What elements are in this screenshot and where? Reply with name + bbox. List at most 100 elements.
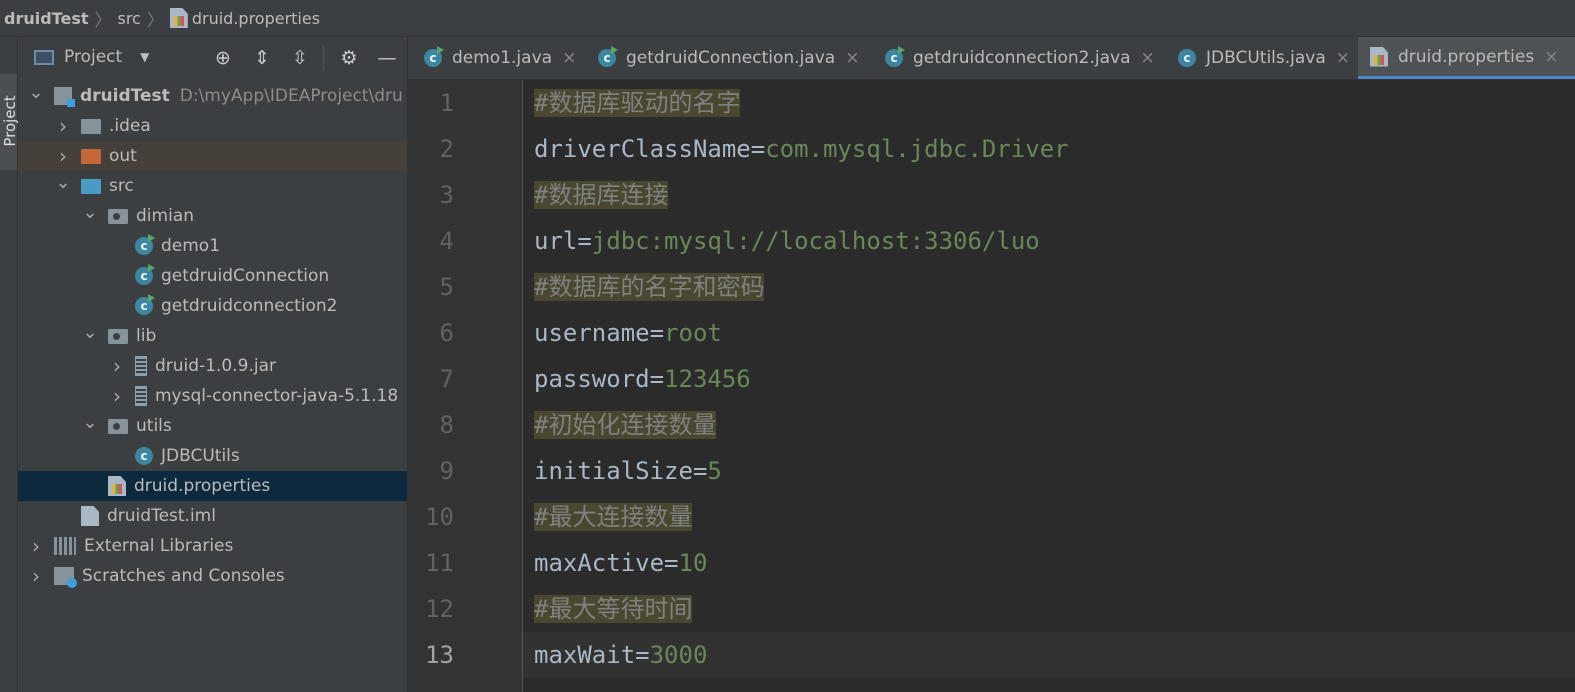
chevron-right-icon[interactable]: › [107,384,127,408]
tree-item-label: JDBCUtils [161,446,240,466]
project-tool-tab[interactable]: Project [0,74,19,170]
tree-item-label: druid.properties [134,476,271,496]
line-number: 7 [439,365,454,393]
tree-item-label: druidTest [80,86,170,106]
tree-item[interactable]: › druid-1.0.9.jar [18,351,407,381]
code-line[interactable]: #最大连接数量 [534,494,693,540]
editor-tab[interactable]: c demo1.java × [412,37,582,79]
code-line[interactable]: #数据库的名字和密码 [534,264,765,310]
jar-icon [135,386,147,406]
breadcrumb-separator: 〉 [94,10,112,31]
breadcrumb-src[interactable]: src [111,9,146,28]
line-number: 1 [439,89,454,117]
project-view-selector[interactable]: Project ▼ [34,47,149,67]
project-path: D:\myApp\IDEAProject\dru [179,86,403,106]
gear-icon[interactable]: ⚙ [338,47,360,69]
line-number: 3 [439,181,454,209]
code-line[interactable]: username=root [534,310,722,356]
tree-item-label: demo1 [161,236,221,256]
editor-tab[interactable]: druid.properties × [1358,37,1575,79]
chevron-down-icon[interactable]: ⌄ [80,202,100,223]
code-line[interactable]: password=123456 [534,356,751,402]
line-number-gutter: 1 2 3 4 5 6 7 8 9 10 11 12 13 [408,80,522,692]
tree-item[interactable]: druidTest.iml [18,501,407,531]
editor-tab[interactable]: c JDBCUtils.java × [1166,37,1351,79]
locate-icon[interactable]: ⊕ [212,47,234,69]
tree-item-label: .idea [109,116,151,136]
property-value: 10 [678,549,708,577]
property-value: com.mysql.jdbc.Driver [765,135,1069,163]
editor-tab-label: getdruidconnection2.java [913,48,1131,68]
chevron-down-icon[interactable]: ⌄ [26,82,46,103]
tree-item[interactable]: › out [18,141,407,171]
tree-item[interactable]: c getdruidConnection [18,261,407,291]
close-icon[interactable]: × [562,48,576,68]
minimize-icon[interactable]: — [376,47,398,69]
property-value: jdbc:mysql://localhost:3306/luo [591,227,1040,255]
chevron-right-icon[interactable]: › [26,564,46,588]
toolbar-divider [323,45,324,71]
editor-tab-label: demo1.java [452,48,553,68]
code-line[interactable]: #初始化连接数量 [534,402,717,448]
property-key: maxWait= [534,641,650,669]
code-line[interactable]: #最大等待时间 [534,586,693,632]
close-icon[interactable]: × [1141,48,1155,68]
code-editor[interactable]: 1 2 3 4 5 6 7 8 9 10 11 12 13 #数据库驱动的名字 driverClassNa… [408,80,1575,692]
code-line[interactable]: maxWait=3000 [534,632,707,678]
tree-item[interactable]: ⌄ utils [18,411,407,441]
tree-item[interactable]: ⌄ lib [18,321,407,351]
collapse-all-icon[interactable]: ⇳ [289,47,311,69]
expand-all-icon[interactable]: ⇕ [251,47,273,69]
tree-item[interactable]: druid.properties [18,471,407,501]
breadcrumb-project[interactable]: druidTest [0,9,94,28]
editor-tab-bar: c demo1.java × c getdruidConnection.java × c ge… [408,37,1575,80]
gutter-divider [522,80,523,692]
chevron-right-icon[interactable]: › [107,354,127,378]
tree-item[interactable]: ⌄ dimian [18,201,407,231]
editor-tab[interactable]: c getdruidconnection2.java × [873,37,1161,79]
tree-item[interactable]: › External Libraries [18,531,407,561]
code-line[interactable]: maxActive=10 [534,540,707,586]
line-number: 6 [439,319,454,347]
tree-item[interactable]: ⌄ src [18,171,407,201]
close-icon[interactable]: × [1544,47,1558,67]
tree-item-label: druidTest.iml [107,506,216,526]
chevron-right-icon[interactable]: › [53,114,73,138]
jar-icon [135,356,147,376]
tree-item[interactable]: › .idea [18,111,407,141]
breadcrumb-file[interactable]: druid.properties [164,8,326,28]
code-line[interactable]: url=jdbc:mysql://localhost:3306/luo [534,218,1040,264]
close-icon[interactable]: × [1336,48,1350,68]
tree-item[interactable]: c JDBCUtils [18,441,407,471]
line-number: 11 [425,549,454,577]
project-panel: Project ▼ ⊕ ⇕ ⇳ ⚙ — ⌄ druidTest D:\myApp\I… [18,37,408,692]
project-panel-title: Project [64,47,123,67]
line-number: 2 [439,135,454,163]
editor-tab[interactable]: c getdruidConnection.java × [586,37,868,79]
chevron-down-icon[interactable]: ⌄ [80,412,100,433]
tree-item[interactable]: c demo1 [18,231,407,261]
iml-file-icon [81,506,99,526]
tree-item[interactable]: c getdruidconnection2 [18,291,407,321]
line-number: 9 [439,457,454,485]
chevron-down-icon[interactable]: ⌄ [80,322,100,343]
chevron-right-icon[interactable]: › [53,144,73,168]
chevron-down-icon[interactable]: ⌄ [53,172,73,193]
code-line[interactable]: initialSize=5 [534,448,722,494]
tree-item-label: out [109,146,137,166]
tree-item-label: External Libraries [84,536,234,556]
tree-item[interactable]: ⌄ druidTest D:\myApp\IDEAProject\dru [18,81,407,111]
close-icon[interactable]: × [845,48,859,68]
code-line[interactable]: driverClassName=com.mysql.jdbc.Driver [534,126,1069,172]
code-line[interactable]: #数据库驱动的名字 [534,80,741,126]
code-line[interactable]: #数据库连接 [534,172,669,218]
tree-item[interactable]: › mysql-connector-java-5.1.18 [18,381,407,411]
tree-item[interactable]: › Scratches and Consoles [18,561,407,591]
property-key: password= [534,365,665,393]
source-folder-icon [81,178,101,194]
property-comment: #初始化连接数量 [534,411,717,439]
chevron-right-icon[interactable]: › [26,534,46,558]
class-icon: c [135,447,153,465]
breadcrumb-separator: 〉 [146,10,164,31]
project-folder-icon [54,87,75,107]
